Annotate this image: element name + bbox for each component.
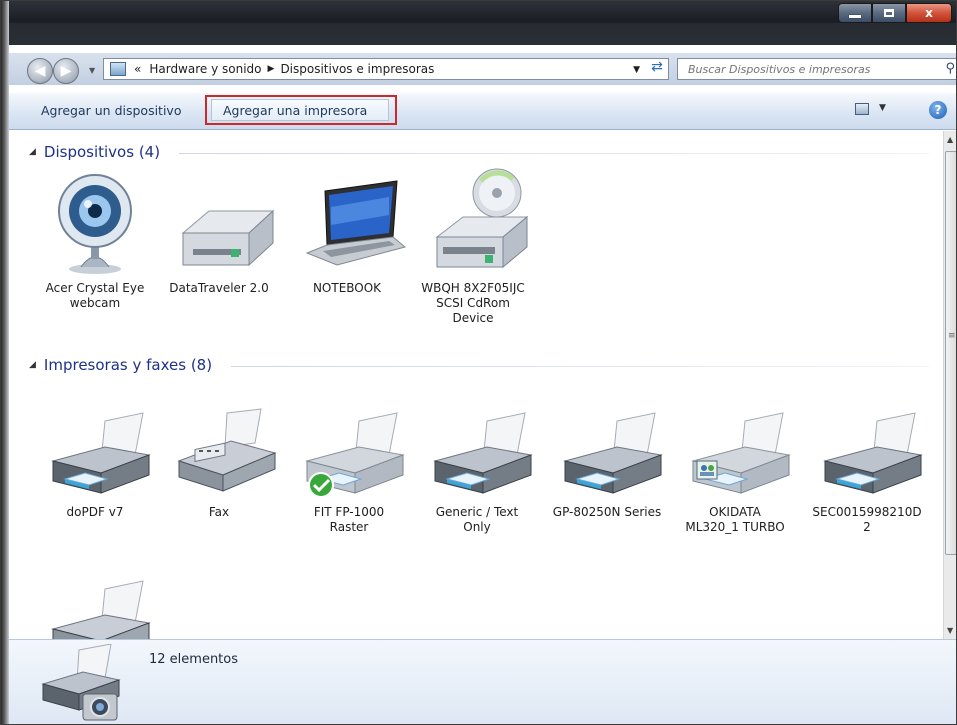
breadcrumb-overflow[interactable]: « — [134, 62, 141, 76]
group-header-printers[interactable]: ◢ Impresoras y faxes (8) — [29, 356, 212, 374]
caption-buttons: x — [838, 3, 952, 23]
forward-arrow-icon: ▶ — [60, 63, 72, 79]
device-item-datatraveler[interactable]: DataTraveler 2.0 — [161, 167, 277, 296]
title-bar[interactable]: x — [9, 1, 956, 45]
printer-item-okidata[interactable]: OKIDATA ML320_1 TURBO — [677, 403, 793, 535]
refresh-icon: ⇄ — [651, 59, 663, 75]
item-count: 12 elementos — [149, 652, 239, 667]
search-icon[interactable]: ⚲ — [945, 61, 955, 76]
printer-item-generic-text[interactable]: Generic / Text Only — [419, 403, 535, 535]
highlight-box — [205, 95, 397, 125]
group-header-devices[interactable]: ◢ Dispositivos (4) — [29, 143, 160, 161]
scroll-thumb[interactable] — [945, 151, 956, 555]
item-label: OKIDATA ML320_1 TURBO — [685, 505, 785, 534]
laptop-icon — [297, 167, 407, 267]
webcam-icon — [45, 167, 145, 274]
group-title: Impresoras y faxes (8) — [43, 356, 213, 374]
navigation-bar: ◀ ▶ ▼ « Hardware y sonido ▶ Dispositivos… — [9, 53, 956, 85]
printer-item-sec0015998210d2[interactable]: SEC0015998210D 2 — [805, 403, 929, 535]
printer-item-fax[interactable]: Fax — [161, 403, 277, 520]
fax-icon — [169, 403, 277, 503]
drive-icon — [169, 167, 275, 267]
printer-shared-icon — [685, 403, 791, 503]
scroll-down-icon[interactable]: ▼ — [947, 626, 953, 635]
item-label: NOTEBOOK — [312, 281, 382, 295]
window-edge — [1, 1, 9, 724]
maximize-button[interactable] — [872, 3, 906, 23]
view-options-dropdown-icon[interactable]: ▼ — [879, 103, 886, 113]
scroll-grip-icon: ≡ — [948, 331, 956, 341]
minimize-icon — [849, 14, 861, 18]
forward-button[interactable]: ▶ — [53, 58, 79, 84]
printer-icon — [45, 403, 151, 503]
breadcrumb-devices[interactable]: Dispositivos e impresoras — [280, 62, 434, 76]
collapse-triangle-icon[interactable]: ◢ — [29, 147, 36, 157]
printer-item-partial[interactable] — [37, 571, 153, 639]
explorer-window: x ◀ ▶ ▼ « Hardware y sonido ▶ Dispositiv… — [0, 0, 957, 725]
device-item-cdrom[interactable]: WBQH 8X2F05IJC SCSI CdRom Device — [415, 167, 531, 326]
printer-icon — [557, 403, 663, 503]
maximize-icon — [884, 9, 894, 17]
printer-item-fit-fp1000[interactable]: FIT FP-1000 Raster — [291, 403, 407, 535]
back-button[interactable]: ◀ — [27, 58, 53, 84]
recent-pages-dropdown[interactable]: ▼ — [89, 66, 95, 75]
control-panel-icon — [110, 62, 126, 76]
address-dropdown-icon[interactable]: ▼ — [633, 65, 640, 75]
refresh-button[interactable]: ⇄ — [643, 56, 671, 78]
item-label: GP-80250N Series — [552, 505, 662, 519]
search-box[interactable]: ⚲ — [677, 58, 956, 80]
scroll-up-icon[interactable]: ▲ — [947, 135, 953, 144]
item-label: Acer Crystal Eye webcam — [45, 281, 145, 310]
vertical-scrollbar[interactable]: ▲ ≡ ▼ — [943, 131, 956, 639]
devices-content: ◢ Dispositivos (4) Acer Crystal Eye webc… — [9, 131, 943, 639]
group-divider — [231, 366, 929, 367]
close-button[interactable]: x — [906, 3, 952, 23]
item-label: Generic / Text Only — [435, 505, 519, 534]
close-icon: x — [925, 6, 933, 20]
group-divider — [179, 153, 929, 154]
device-item-webcam[interactable]: Acer Crystal Eye webcam — [37, 167, 153, 311]
printer-icon — [427, 403, 533, 503]
command-bar: Agregar un dispositivo Agregar una impre… — [9, 93, 956, 130]
search-input[interactable] — [686, 61, 930, 77]
printer-default-icon — [299, 403, 405, 503]
printer-icon — [45, 571, 151, 639]
printer-icon — [817, 403, 923, 503]
breadcrumb-separator-icon[interactable]: ▶ — [268, 64, 275, 74]
breadcrumb-hardware[interactable]: Hardware y sonido — [149, 62, 261, 76]
minimize-button[interactable] — [838, 3, 872, 23]
printer-item-gp80250n[interactable]: GP-80250N Series — [549, 403, 665, 520]
change-view-button[interactable] — [855, 103, 869, 115]
item-label: Fax — [208, 505, 230, 519]
printer-item-dopdf[interactable]: doPDF v7 — [37, 403, 153, 520]
add-device-button[interactable]: Agregar un dispositivo — [41, 103, 181, 118]
cdrom-icon — [423, 167, 529, 269]
item-label: SEC0015998210D 2 — [812, 505, 922, 534]
help-icon: ? — [934, 103, 942, 117]
printer-camera-icon — [39, 643, 125, 724]
item-label: DataTraveler 2.0 — [169, 281, 269, 295]
back-arrow-icon: ◀ — [34, 63, 46, 79]
details-pane: 12 elementos — [9, 639, 956, 724]
group-title: Dispositivos (4) — [43, 143, 161, 161]
help-button[interactable]: ? — [929, 101, 947, 119]
item-label: WBQH 8X2F05IJC SCSI CdRom Device — [421, 281, 525, 325]
address-bar[interactable]: « Hardware y sonido ▶ Dispositivos e imp… — [103, 58, 669, 80]
collapse-triangle-icon[interactable]: ◢ — [29, 360, 36, 370]
item-label: FIT FP-1000 Raster — [313, 505, 385, 534]
device-item-notebook[interactable]: NOTEBOOK — [289, 167, 407, 296]
item-label: doPDF v7 — [66, 505, 124, 519]
